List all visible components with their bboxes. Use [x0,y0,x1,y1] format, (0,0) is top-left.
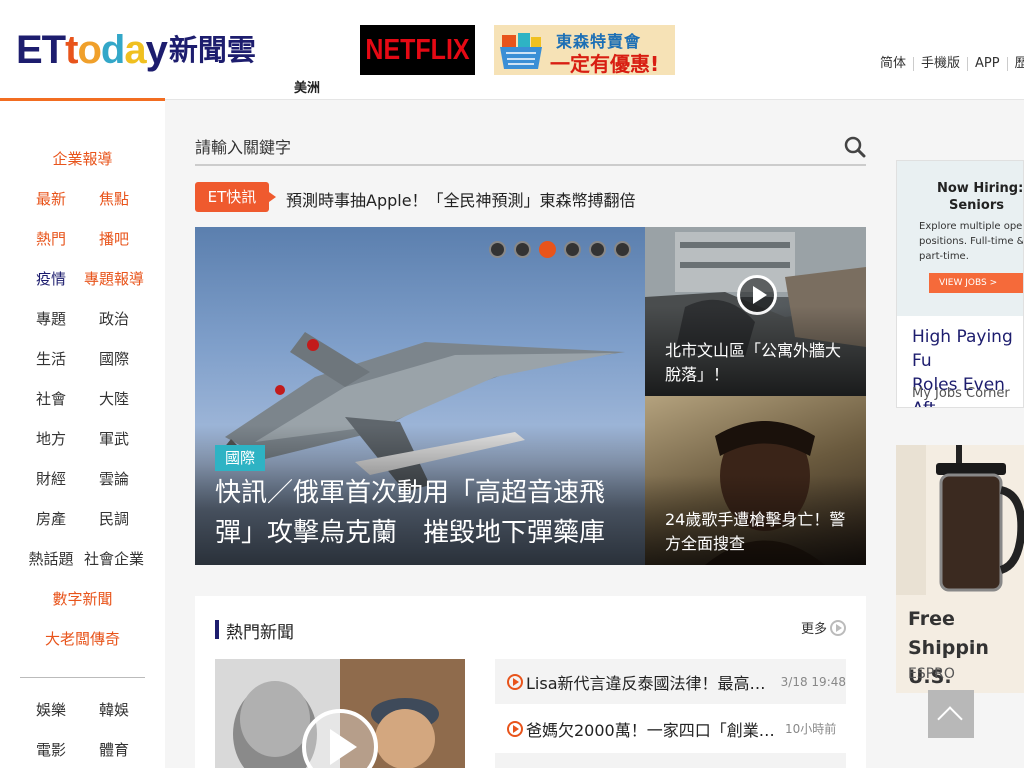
sidebar-item-special-report[interactable]: 專題報導 [74,268,154,289]
sidebar-item-live[interactable]: 播吧 [74,228,154,249]
side-news-tile[interactable]: 北市文山區「公寓外牆大脫落」！ [645,227,866,396]
ad-espro-source[interactable]: ESPRO [908,666,955,682]
hero-headline[interactable]: 快訊／俄軍首次動用「高超音速飛彈」攻擊烏克蘭 摧毀地下彈藥庫 [215,473,635,553]
page: ETtoday 新聞雲 美洲 NETFLIX 東森特賣會 一定有優惠! 简体 手… [0,0,1024,768]
slide-dot[interactable] [564,241,581,258]
ad-jobs-headline1: Now Hiring: [937,181,1024,196]
hot-news-thumbnail[interactable] [215,659,465,768]
sidebar-item-military[interactable]: 軍武 [74,428,154,449]
sidebar-item-social-enterprise[interactable]: 社會企業 [74,548,154,569]
sidebar-nav: 企業報導 最新 焦點 熱門 播吧 疫情 專題報導 專題 政治 生活 國際 社會 … [0,101,165,768]
hot-news-headline[interactable]: Lisa新代言違反泰國法律！最高「... [526,670,777,694]
slide-dot[interactable] [589,241,606,258]
hero-category-badge[interactable]: 國際 [215,445,265,471]
video-play-icon [507,673,523,690]
sidebar-item-opinion[interactable]: 雲論 [74,468,154,489]
sidebar-divider [20,677,145,678]
sidebar-item-boss-legends[interactable]: 大老闆傳奇 [0,628,165,649]
hot-news-time: 10小時前 [785,722,837,736]
hot-news-item[interactable]: 爸媽欠2000萬！一家四口「創業賣... 10小時前 [495,706,846,751]
netflix-label: NETFLIX [365,33,470,66]
search-input[interactable] [195,130,825,164]
ad-jobs-body: Explore multiple open positions. Full-ti… [919,221,1024,262]
hot-news-time: 3/18 19:48 [780,674,846,689]
slide-dot[interactable] [514,241,531,258]
slide-dot[interactable] [614,241,631,258]
hot-news-section: 熱門新聞 更多 Lisa新代言違反泰國法律！最高「... 3/18 19:48 [195,596,866,768]
french-press-image [896,445,1024,595]
sidebar-item-data-news[interactable]: 數字新聞 [0,588,165,609]
top-links: 简体 手機版 APP 歷 [880,57,1024,71]
more-link[interactable]: 更多 [801,618,846,637]
sidebar-item-korean-ent[interactable]: 韓娛 [74,699,154,720]
slide-indicators [489,241,639,258]
sidebar-ad-jobs[interactable]: Now Hiring: Seniors Explore multiple ope… [896,160,1024,408]
netflix-banner-ad[interactable]: NETFLIX [360,25,475,75]
ad-jobs-banner: Now Hiring: Seniors Explore multiple ope… [897,161,1024,316]
promo-line2: 一定有優惠! [550,52,660,75]
flash-news-headline[interactable]: 預測時事抽Apple！「全民神預測」東森幣搏翻倍 [286,187,636,211]
hero-slide[interactable]: 國際 快訊／俄軍首次動用「高超音速飛彈」攻擊烏克蘭 摧毀地下彈藥庫 [195,227,645,565]
side-news-tile[interactable]: 24歲歌手遭槍擊身亡！警方全面搜查 [645,396,866,565]
hot-news-headline[interactable]: 爸媽欠2000萬！一家四口「創業賣... [526,717,781,741]
sidebar-item-sports[interactable]: 體育 [74,739,154,760]
view-jobs-button[interactable]: VIEW JOBS > [929,273,1023,293]
section-marker [215,620,219,639]
promo-banner-ad[interactable]: 東森特賣會 一定有優惠! [494,25,675,75]
sidebar-item-focus[interactable]: 焦點 [74,188,154,209]
sidebar-item-international[interactable]: 國際 [74,348,154,369]
shopping-basket-icon [500,33,542,69]
top-link-mobile[interactable]: 手機版 [913,57,967,71]
hot-news-heading: 熱門新聞 [226,623,294,643]
top-link-simplified[interactable]: 简体 [880,57,913,71]
header: ETtoday 新聞雲 美洲 NETFLIX 東森特賣會 一定有優惠! 简体 手… [0,0,1024,101]
hot-news-item[interactable]: Lisa新代言違反泰國法律！最高「... 3/18 19:48 [495,659,846,704]
side-news-title[interactable]: 北市文山區「公寓外牆大脫落」！ [665,339,855,387]
sidebar-item-mainland[interactable]: 大陸 [74,388,154,409]
top-link-history[interactable]: 歷 [1006,57,1024,71]
search-bar [195,130,866,166]
slide-dot-active[interactable] [539,241,556,258]
sidebar-item-poll[interactable]: 民調 [74,508,154,529]
slide-dot[interactable] [489,241,506,258]
region-label[interactable]: 美洲 [294,77,320,96]
search-icon[interactable] [844,136,866,158]
more-label: 更多 [800,622,827,637]
ad-jobs-source[interactable]: My Jobs Corner [912,386,1010,401]
hot-news-item[interactable] [495,753,846,768]
ad-jobs-headline2: Seniors [949,198,1004,213]
logo-suffix: 新聞雲 [168,33,256,67]
video-play-icon [507,720,523,737]
sidebar-item-politics[interactable]: 政治 [74,308,154,329]
side-news-title[interactable]: 24歲歌手遭槍擊身亡！警方全面搜查 [665,508,855,556]
back-to-top-button[interactable] [928,690,974,738]
site-logo[interactable]: ETtoday 新聞雲 [16,22,256,76]
flash-news-tag: ET快訊 [195,182,276,212]
top-link-app[interactable]: APP [967,57,1007,71]
logo-wordmark: ETtoday [16,28,168,72]
thumbnail-image-portraits [215,659,465,768]
arrow-right-circle-icon [830,619,846,636]
sidebar-ad-espro[interactable]: Free Shippin U.S. Orders $ ESPRO [896,445,1024,693]
sidebar-item-corporate[interactable]: 企業報導 [0,148,165,169]
